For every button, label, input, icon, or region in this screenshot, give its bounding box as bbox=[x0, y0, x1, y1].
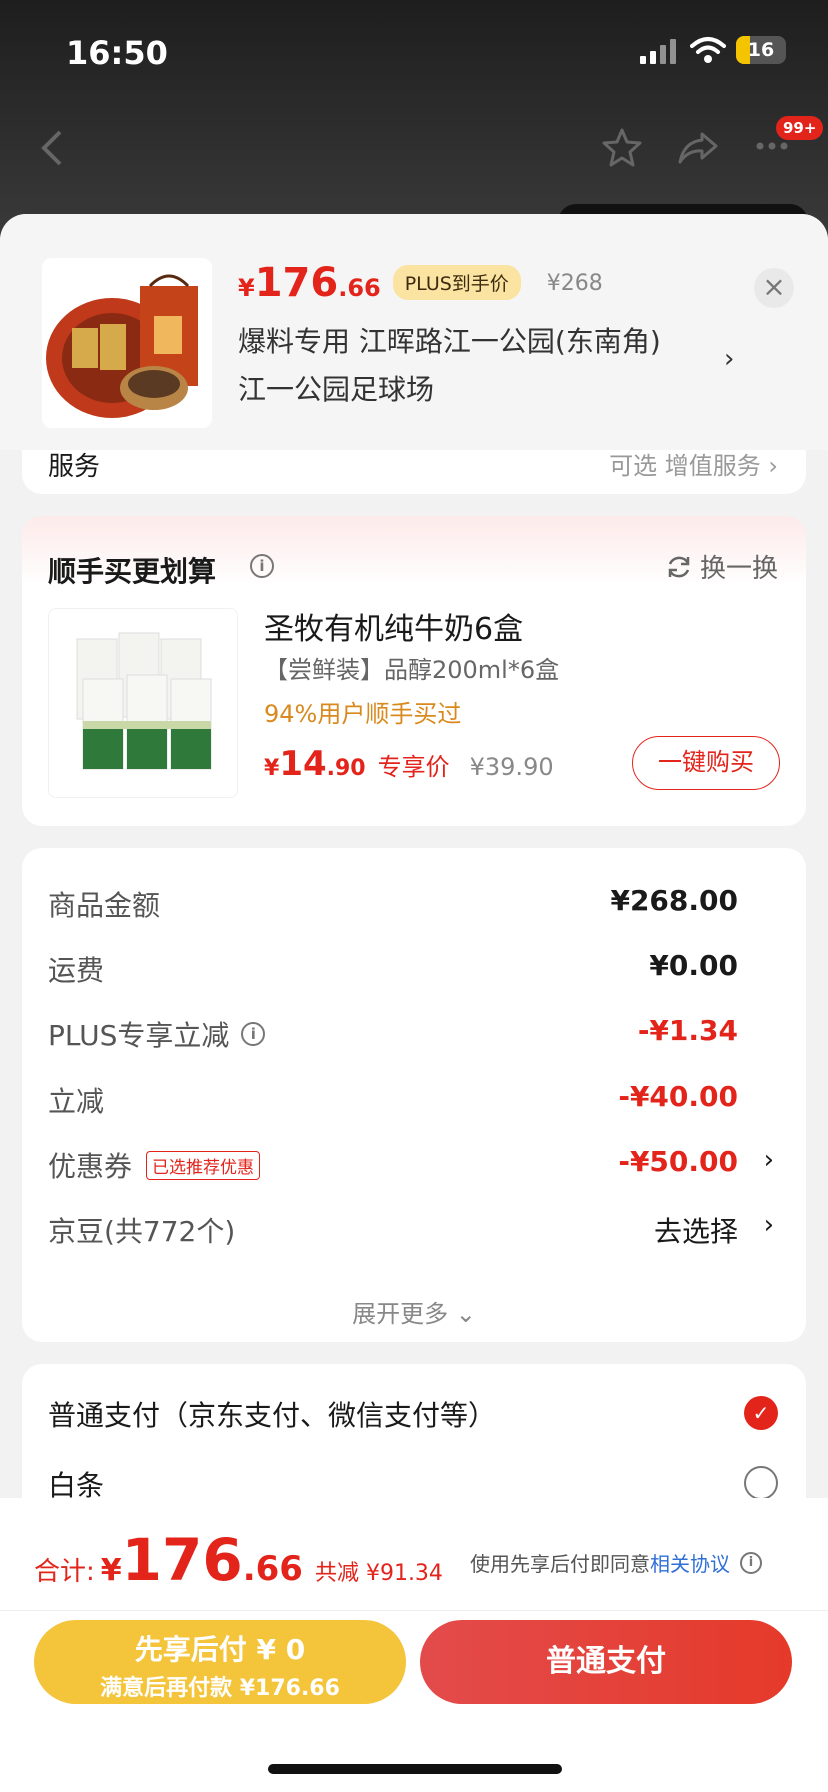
status-time: 16:50 bbox=[66, 34, 168, 72]
plus-price-tag: PLUS到手价 bbox=[392, 265, 521, 300]
add-on-card: 顺手买更划算 i 换一换 圣牧有机纯牛奶6盒 【尝鲜装】品醇200ml*6盒 9… bbox=[22, 516, 806, 826]
original-price: ¥268 bbox=[546, 271, 603, 296]
normal-pay-button[interactable]: 普通支付 bbox=[420, 1620, 792, 1704]
top-nav: 99+ bbox=[0, 110, 828, 180]
product-price-row: ¥ 176 .66 PLUS到手价 ¥268 bbox=[238, 260, 603, 306]
total-currency: ¥ bbox=[100, 1553, 122, 1588]
agreement-text: 使用先享后付即同意 bbox=[470, 1552, 650, 1576]
jd-beans-value: 去选择 bbox=[653, 1215, 738, 1248]
radio-icon[interactable] bbox=[744, 1466, 778, 1500]
info-icon[interactable]: i bbox=[241, 1022, 266, 1046]
total-integer: 176 bbox=[121, 1526, 243, 1594]
status-bar: 16:50 16 bbox=[0, 0, 828, 100]
pay-later-line2: 满意后再付款 ¥176.66 bbox=[100, 1676, 340, 1701]
milk-name[interactable]: 圣牧有机纯牛奶6盒 bbox=[264, 604, 523, 648]
expand-more-button[interactable]: 展开更多 ⌄ bbox=[22, 1294, 806, 1329]
goods-amount-label: 商品金额 bbox=[48, 889, 161, 922]
back-icon[interactable] bbox=[40, 128, 64, 168]
pay-later-line1: 先享后付 ¥ 0 bbox=[134, 1633, 306, 1666]
total-decimal: .66 bbox=[242, 1549, 303, 1589]
total-saved: 共减 ¥91.34 bbox=[314, 1561, 443, 1586]
jd-beans-row[interactable]: 京豆(共772个) 去选择 › bbox=[48, 1210, 778, 1250]
swap-label: 换一换 bbox=[700, 554, 779, 584]
battery-level: 16 bbox=[747, 39, 775, 61]
product-header: ¥ 176 .66 PLUS到手价 ¥268 × 爆料专用 江晖路江一公园(东南… bbox=[0, 214, 828, 450]
jd-beans-label: 京豆(共772个) bbox=[48, 1215, 236, 1248]
milk-product-image[interactable] bbox=[48, 608, 238, 798]
plus-discount-value: -¥1.34 bbox=[637, 1014, 738, 1047]
service-value: 可选 增值服务 › bbox=[609, 452, 778, 480]
pay-later-button[interactable]: 先享后付 ¥ 0 满意后再付款 ¥176.66 bbox=[34, 1620, 406, 1704]
product-image bbox=[42, 258, 212, 428]
coupon-label: 优惠券 bbox=[48, 1150, 133, 1183]
milk-price-decimal: .90 bbox=[326, 756, 366, 781]
shipping-value: ¥0.00 bbox=[649, 949, 738, 982]
agreement-link[interactable]: 相关协议 bbox=[650, 1548, 730, 1577]
refresh-icon bbox=[668, 556, 690, 577]
coupon-tag: 已选推荐优惠 bbox=[146, 1150, 261, 1180]
one-click-buy-button[interactable]: 一键购买 bbox=[632, 736, 780, 790]
info-icon[interactable]: i bbox=[740, 1551, 762, 1574]
milk-purchase-rate: 94%用户顺手买过 bbox=[264, 700, 462, 728]
battery-icon: 16 bbox=[736, 36, 786, 64]
signal-icon bbox=[640, 38, 676, 64]
chevron-right-icon[interactable]: › bbox=[764, 1210, 774, 1240]
wifi-icon bbox=[690, 37, 726, 63]
coupon-value: -¥50.00 bbox=[618, 1145, 738, 1178]
home-indicator bbox=[268, 1764, 562, 1774]
milk-price-tag: 专享价 bbox=[377, 753, 450, 781]
milk-price-currency: ¥ bbox=[264, 756, 280, 781]
milk-price-integer: 14 bbox=[279, 744, 327, 784]
goods-amount-row: 商品金额 ¥268.00 bbox=[48, 884, 778, 924]
service-label: 服务 bbox=[48, 452, 101, 482]
checkout-bottom-bar: 合计: ¥ 176 .66 共减 ¥91.34 使用先享后付即同意 相关协议 i… bbox=[0, 1498, 828, 1792]
shipping-label: 运费 bbox=[48, 954, 105, 987]
chevron-right-icon[interactable]: › bbox=[764, 1145, 774, 1175]
price-summary-card: 商品金额 ¥268.00 运费 ¥0.00 PLUS专享立减 i -¥1.34 立… bbox=[22, 848, 806, 1342]
normal-payment-label: 普通支付（京东支付、微信支付等） bbox=[48, 1399, 497, 1432]
divider bbox=[0, 1610, 828, 1611]
total-row: 合计: ¥ 176 .66 共减 ¥91.34 bbox=[34, 1526, 443, 1594]
share-icon[interactable] bbox=[676, 126, 720, 170]
instant-discount-value: -¥40.00 bbox=[618, 1080, 738, 1113]
swap-button[interactable]: 换一换 bbox=[666, 548, 778, 585]
address-line-2[interactable]: 江一公园足球场 bbox=[238, 368, 434, 408]
price-decimal: .66 bbox=[338, 274, 381, 302]
message-badge: 99+ bbox=[776, 116, 824, 140]
chevron-right-icon[interactable]: › bbox=[724, 344, 734, 374]
plus-discount-row: PLUS专享立减 i -¥1.34 bbox=[48, 1014, 778, 1054]
normal-payment-option[interactable]: 普通支付（京东支付、微信支付等） ✓ bbox=[48, 1394, 778, 1438]
milk-original-price: ¥39.90 bbox=[469, 753, 554, 781]
milk-price-row: ¥ 14 .90 专享价 ¥39.90 bbox=[264, 744, 554, 784]
coupon-row[interactable]: 优惠券 已选推荐优惠 -¥50.00 › bbox=[48, 1145, 778, 1185]
plus-discount-label: PLUS专享立减 bbox=[48, 1019, 230, 1052]
info-icon[interactable]: i bbox=[250, 554, 274, 578]
price-integer: 176 bbox=[254, 260, 339, 306]
address-line-1[interactable]: 爆料专用 江晖路江一公园(东南角) bbox=[238, 320, 661, 360]
shipping-row: 运费 ¥0.00 bbox=[48, 949, 778, 989]
check-icon[interactable]: ✓ bbox=[744, 1396, 778, 1430]
agreement-note: 使用先享后付即同意 相关协议 i bbox=[470, 1548, 762, 1577]
goods-amount-value: ¥268.00 bbox=[610, 884, 738, 917]
milk-spec: 【尝鲜装】品醇200ml*6盒 bbox=[264, 656, 560, 684]
star-icon[interactable] bbox=[600, 126, 644, 170]
add-on-title: 顺手买更划算 bbox=[48, 555, 217, 588]
instant-discount-label: 立减 bbox=[48, 1085, 105, 1118]
instant-discount-row: 立减 -¥40.00 bbox=[48, 1080, 778, 1120]
close-button[interactable]: × bbox=[754, 268, 794, 308]
price-currency: ¥ bbox=[238, 274, 255, 302]
total-label: 合计: bbox=[34, 1557, 95, 1587]
